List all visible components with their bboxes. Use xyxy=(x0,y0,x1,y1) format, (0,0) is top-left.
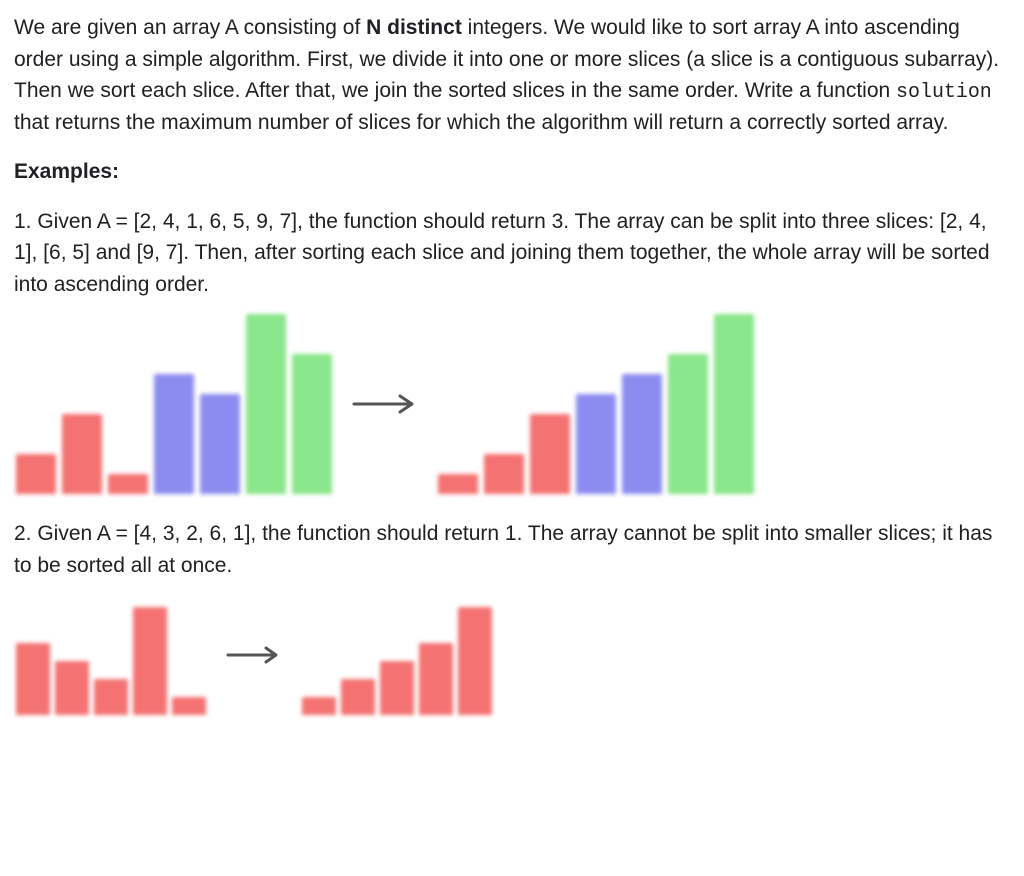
problem-bold-n-distinct: N distinct xyxy=(366,16,462,39)
arrow-right-icon xyxy=(350,392,420,416)
chart-bar xyxy=(16,643,50,715)
chart-bar xyxy=(714,314,754,494)
problem-statement: We are given an array A consisting of N … xyxy=(14,12,1010,138)
problem-text-c: that returns the maximum number of slice… xyxy=(14,111,948,134)
example-2-chart-after xyxy=(302,607,492,715)
chart-bar xyxy=(576,394,616,494)
chart-bar xyxy=(16,454,56,494)
example-2-chart-row xyxy=(16,595,1010,715)
chart-bar xyxy=(55,661,89,715)
chart-bar xyxy=(530,414,570,494)
problem-text-a: We are given an array A consisting of xyxy=(14,16,366,39)
chart-bar xyxy=(133,607,167,715)
chart-bar xyxy=(108,474,148,494)
chart-bar xyxy=(380,661,414,715)
chart-bar xyxy=(292,354,332,494)
chart-bar xyxy=(341,679,375,715)
example-1-text: 1. Given A = [2, 4, 1, 6, 5, 9, 7], the … xyxy=(14,206,1010,301)
examples-heading: Examples: xyxy=(14,156,1010,188)
chart-bar xyxy=(438,474,478,494)
chart-bar xyxy=(246,314,286,494)
chart-bar xyxy=(302,697,336,715)
example-2-chart-before xyxy=(16,607,206,715)
chart-bar xyxy=(200,394,240,494)
chart-bar xyxy=(419,643,453,715)
arrow-right-icon xyxy=(224,644,284,666)
chart-bar xyxy=(62,414,102,494)
chart-bar xyxy=(458,607,492,715)
chart-bar xyxy=(94,679,128,715)
arrow-between-charts-2 xyxy=(224,595,284,715)
chart-bar xyxy=(484,454,524,494)
chart-bar xyxy=(154,374,194,494)
example-1-chart-after xyxy=(438,314,754,494)
example-1-chart-before xyxy=(16,314,332,494)
example-1-chart-row xyxy=(16,314,1010,494)
chart-bar xyxy=(172,697,206,715)
chart-bar xyxy=(622,374,662,494)
chart-bar xyxy=(668,354,708,494)
example-2-text: 2. Given A = [4, 3, 2, 6, 1], the functi… xyxy=(14,518,1010,581)
arrow-between-charts-1 xyxy=(350,314,420,494)
problem-code-solution: solution xyxy=(896,80,992,103)
